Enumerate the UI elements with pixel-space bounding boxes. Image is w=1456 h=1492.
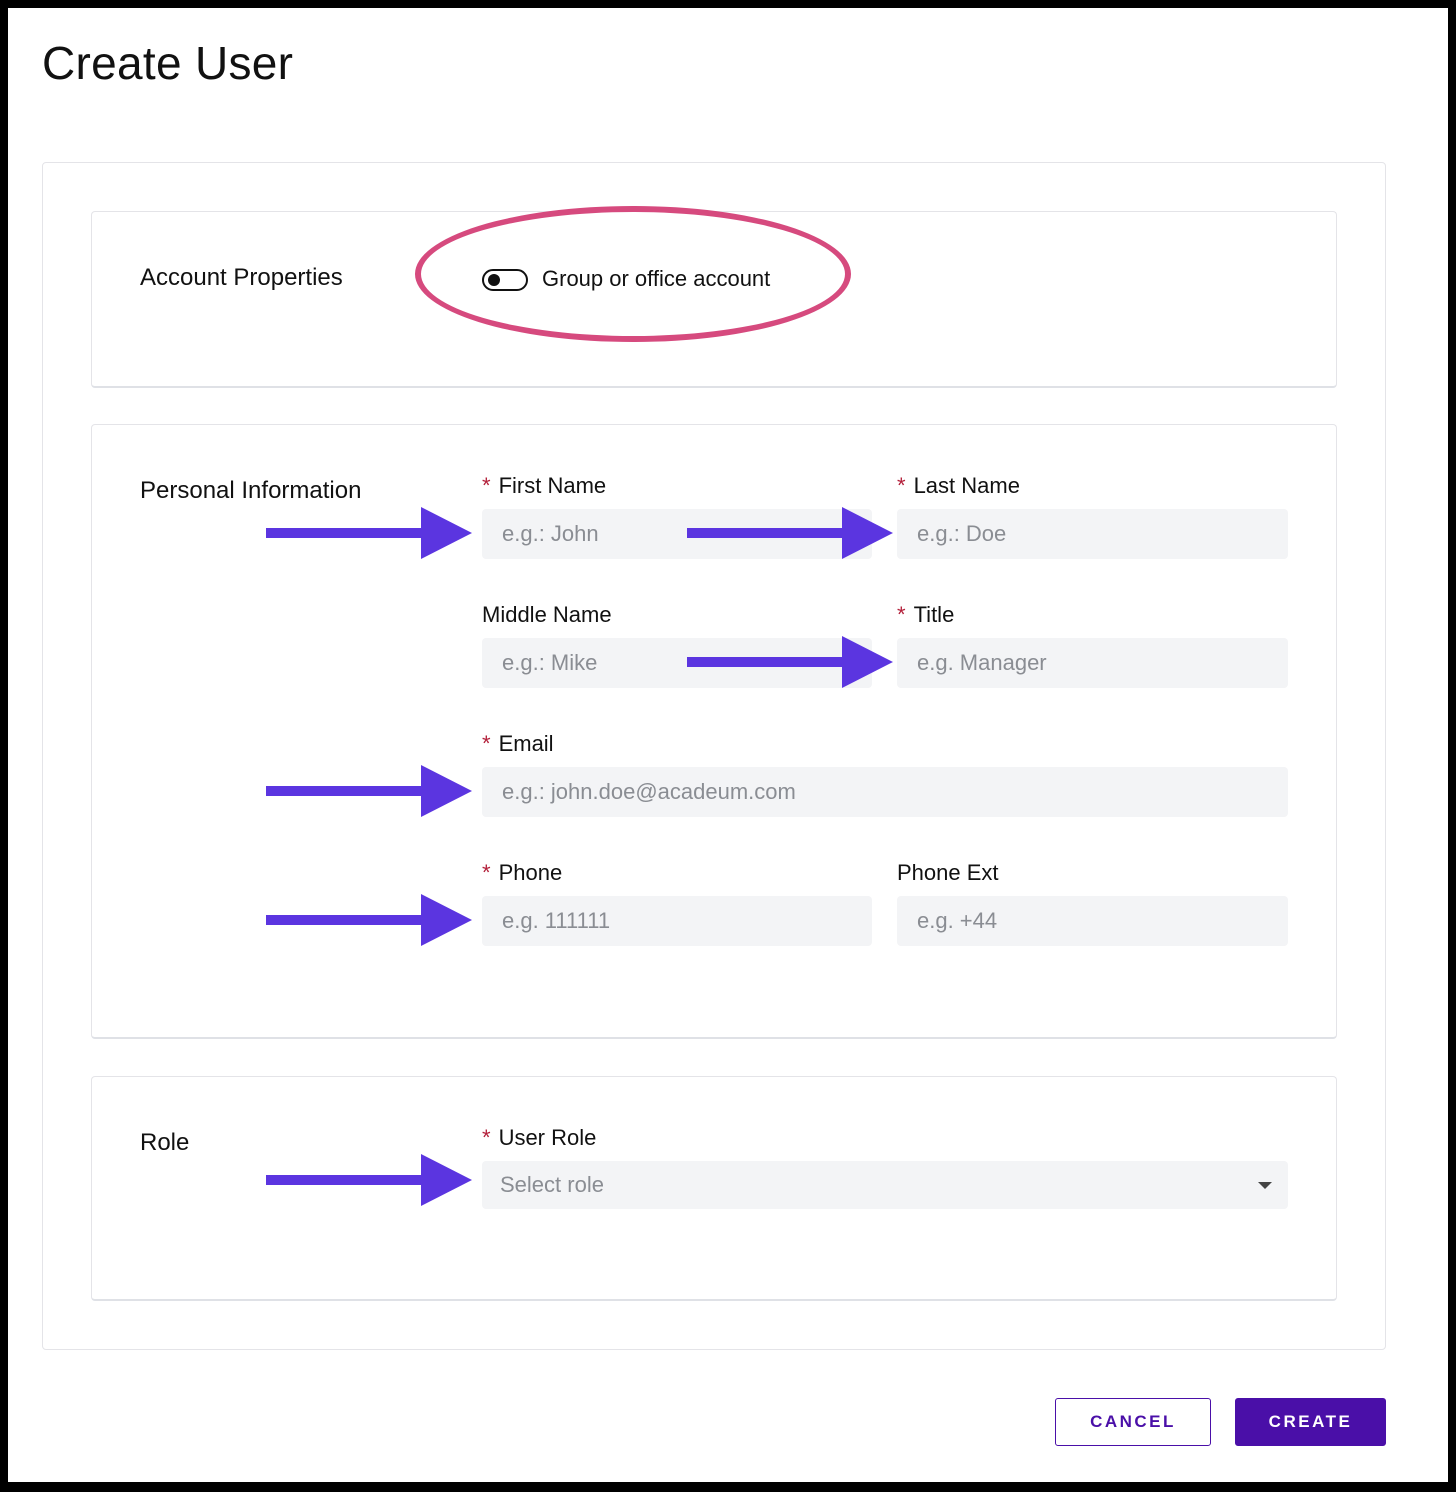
phone-ext-input[interactable] bbox=[897, 896, 1288, 946]
phone-ext-label: Phone Ext bbox=[897, 860, 999, 885]
last-name-label-text: Last Name bbox=[913, 473, 1020, 498]
user-role-select[interactable]: Select role bbox=[482, 1161, 1288, 1209]
user-role-select-value: Select role bbox=[500, 1172, 604, 1197]
create-user-form-card: Account Properties Group or office accou… bbox=[42, 162, 1386, 1350]
group-account-toggle-label[interactable]: Group or office account bbox=[542, 266, 770, 292]
account-properties-section: Account Properties Group or office accou… bbox=[91, 206, 1337, 388]
page-title: Create User bbox=[42, 37, 294, 89]
personal-information-title: Personal Information bbox=[140, 477, 362, 504]
group-account-toggle[interactable] bbox=[482, 269, 528, 291]
last-name-label: * Last Name bbox=[897, 473, 1020, 499]
user-role-label-text: User Role bbox=[498, 1125, 597, 1150]
create-button[interactable]: CREATE bbox=[1235, 1398, 1386, 1446]
email-input[interactable] bbox=[482, 767, 1288, 817]
first-name-input[interactable] bbox=[482, 509, 872, 559]
required-mark: * bbox=[897, 602, 906, 627]
first-name-label-text: First Name bbox=[498, 473, 607, 498]
phone-label-text: Phone bbox=[498, 860, 563, 885]
create-user-window: Create User Account Properties Group or … bbox=[8, 8, 1448, 1482]
email-label-text: Email bbox=[498, 731, 554, 756]
role-section: Role * User Role Select role bbox=[91, 1076, 1337, 1301]
required-mark: * bbox=[482, 473, 491, 498]
personal-information-section: Personal Information * First Name * Last N… bbox=[91, 424, 1337, 1039]
user-role-label: * User Role bbox=[482, 1125, 596, 1151]
required-mark: * bbox=[482, 1125, 491, 1150]
title-label: * Title bbox=[897, 602, 954, 628]
title-label-text: Title bbox=[913, 602, 955, 627]
middle-name-label: Middle Name bbox=[482, 602, 612, 627]
toggle-knob bbox=[488, 274, 500, 286]
phone-label: * Phone bbox=[482, 860, 562, 886]
last-name-input[interactable] bbox=[897, 509, 1288, 559]
required-mark: * bbox=[897, 473, 906, 498]
email-label: * Email bbox=[482, 731, 554, 757]
title-input[interactable] bbox=[897, 638, 1288, 688]
role-title: Role bbox=[140, 1129, 190, 1156]
middle-name-input[interactable] bbox=[482, 638, 872, 688]
required-mark: * bbox=[482, 860, 491, 885]
first-name-label: * First Name bbox=[482, 473, 606, 499]
required-mark: * bbox=[482, 731, 491, 756]
cancel-button[interactable]: CANCEL bbox=[1055, 1398, 1211, 1446]
account-properties-title: Account Properties bbox=[140, 264, 343, 291]
caret-down-icon bbox=[1258, 1182, 1272, 1189]
phone-input[interactable] bbox=[482, 896, 872, 946]
